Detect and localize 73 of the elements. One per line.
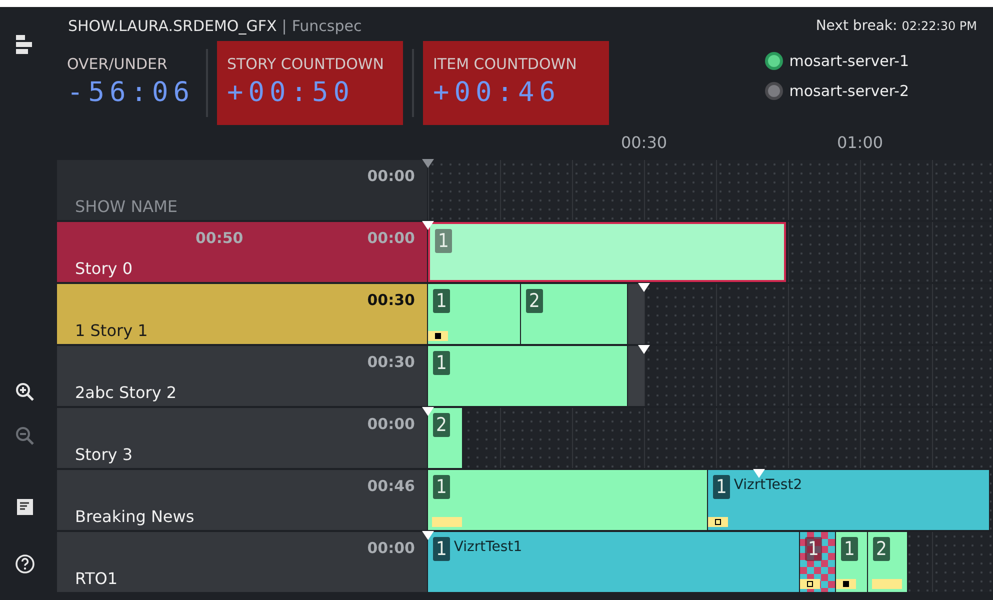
item-label: VizrtTest2 xyxy=(734,477,802,493)
item-number: 1 xyxy=(433,475,450,499)
item-number: 1 xyxy=(805,537,822,561)
end-marker-icon xyxy=(422,531,434,540)
item-number: 1 xyxy=(841,537,858,561)
story-card[interactable]: 00:30 2abc Story 2 xyxy=(57,346,427,406)
countdown-value: -56:06 xyxy=(67,77,187,108)
countdown-value: +00:50 xyxy=(227,77,356,108)
timeline-item[interactable]: 2 xyxy=(868,532,908,592)
item-number: 1 xyxy=(435,229,452,253)
end-marker-icon xyxy=(422,221,434,230)
zoom-in-icon[interactable] xyxy=(15,382,35,402)
story-name: Breaking News xyxy=(75,507,196,526)
next-break-label: Next break: 02:22:30 PM xyxy=(816,18,977,34)
countdown-label: STORY COUNTDOWN xyxy=(227,55,385,73)
item-number: 2 xyxy=(873,537,890,561)
end-marker-icon xyxy=(422,407,434,416)
end-marker-icon xyxy=(638,345,650,354)
title-separator: | xyxy=(282,17,287,35)
server-name: mosart-server-2 xyxy=(789,82,909,100)
item-number: 1 xyxy=(433,351,450,375)
story-name: 1 Story 1 xyxy=(75,321,149,340)
timeline-item[interactable]: 1 VizrtTest1 xyxy=(428,532,800,592)
end-marker-icon xyxy=(753,469,766,478)
timeline-item[interactable]: 1 xyxy=(800,532,836,592)
time-tick-label: 01:00 xyxy=(836,133,884,152)
story-duration: 00:46 xyxy=(367,477,415,497)
story-card[interactable]: 00:46 Breaking News xyxy=(57,470,427,530)
countdown-label: ITEM COUNTDOWN xyxy=(433,55,578,73)
countdown-label: OVER/UNDER xyxy=(67,55,168,73)
story-duration: 00:00 xyxy=(367,415,415,435)
timeline-item[interactable]: 1 xyxy=(428,284,521,344)
timeline-item[interactable]: 2 xyxy=(521,284,628,344)
end-marker-icon xyxy=(638,283,650,292)
item-number: 2 xyxy=(433,413,450,437)
story-duration: 00:00 xyxy=(367,229,415,249)
help-icon[interactable] xyxy=(15,554,35,574)
story-name: RTO1 xyxy=(75,569,118,588)
story-duration: 00:30 xyxy=(367,291,415,311)
item-number: 2 xyxy=(526,289,543,313)
end-gap-bar xyxy=(628,284,644,344)
timeline-item[interactable]: 1 xyxy=(836,532,868,592)
timeline-item[interactable]: 1 xyxy=(428,222,786,282)
rundown-icon[interactable] xyxy=(16,35,34,55)
story-name: Story 3 xyxy=(75,445,134,464)
story-name: SHOW NAME xyxy=(75,197,179,216)
server-name: mosart-server-1 xyxy=(789,52,909,70)
story-card[interactable]: 00:00 RTO1 xyxy=(57,532,427,592)
timeline-item[interactable]: 1 xyxy=(428,346,628,406)
story-card[interactable]: 00:00 Story 3 xyxy=(57,408,427,468)
story-card[interactable]: 00:50 00:00 Story 0 xyxy=(57,222,427,282)
timeline-item[interactable]: 2 xyxy=(428,408,463,468)
story-card[interactable]: 00:00 SHOW NAME xyxy=(57,160,427,220)
end-marker-icon xyxy=(422,159,434,168)
timeline-item[interactable]: 1 xyxy=(428,470,708,530)
notes-icon[interactable] xyxy=(16,498,34,516)
story-name: 2abc Story 2 xyxy=(75,383,178,402)
countdown-value: +00:46 xyxy=(433,77,562,108)
item-number: 1 xyxy=(713,475,730,499)
item-number: 1 xyxy=(433,289,450,313)
story-duration: 00:00 xyxy=(367,167,415,187)
timeline-item[interactable]: 1 VizrtTest2 xyxy=(708,470,990,530)
story-duration: 00:30 xyxy=(367,353,415,373)
story-countdown: 00:50 xyxy=(196,229,244,249)
rundown-subtitle: Funcspec xyxy=(292,17,362,35)
item-number: 1 xyxy=(433,537,450,561)
item-label: VizrtTest1 xyxy=(454,539,522,555)
story-card[interactable]: 00:30 1 Story 1 xyxy=(57,284,427,344)
time-tick-label: 00:30 xyxy=(620,133,668,152)
story-duration: 00:00 xyxy=(367,539,415,559)
story-name: Story 0 xyxy=(75,259,134,278)
rundown-title: SHOW.LAURA.SRDEMO_GFX xyxy=(68,17,277,35)
end-gap-bar xyxy=(628,346,644,406)
